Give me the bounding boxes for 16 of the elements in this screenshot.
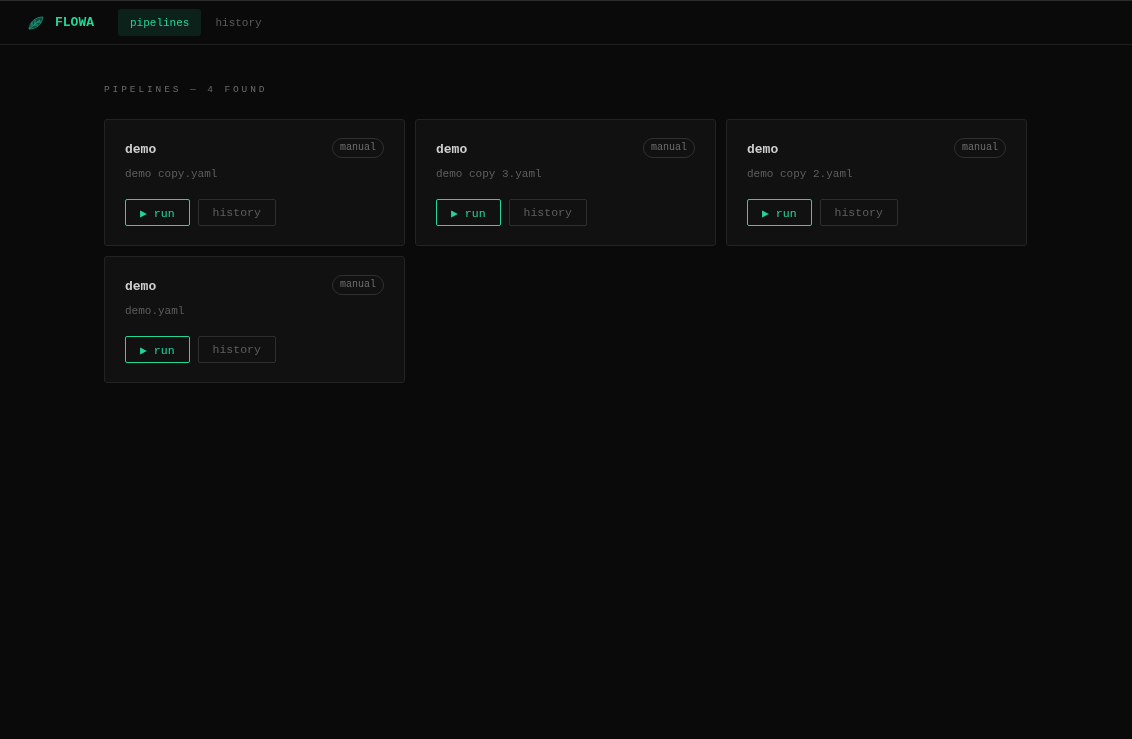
brand-name: FLOWA bbox=[55, 15, 94, 30]
run-button[interactable]: ▶ run bbox=[125, 336, 190, 363]
run-button[interactable]: ▶ run bbox=[747, 199, 812, 226]
file-name: demo copy.yaml bbox=[125, 168, 218, 180]
run-button[interactable]: ▶ run bbox=[436, 199, 501, 226]
nav-tab[interactable]: pipelines bbox=[118, 9, 202, 36]
file-name: demo copy 3.yaml bbox=[436, 168, 542, 180]
pipeline-name: demo bbox=[125, 141, 157, 157]
file-name: demo.yaml bbox=[125, 305, 185, 317]
pipeline-name: demo bbox=[436, 141, 468, 157]
pipeline-name: demo bbox=[125, 278, 157, 294]
leaf-icon bbox=[28, 15, 44, 30]
section-heading: PIPELINES — 4 FOUND bbox=[104, 84, 268, 95]
pipeline-name: demo bbox=[747, 141, 779, 157]
run-button[interactable]: ▶ run bbox=[125, 199, 190, 226]
file-name: demo copy 2.yaml bbox=[747, 168, 853, 180]
